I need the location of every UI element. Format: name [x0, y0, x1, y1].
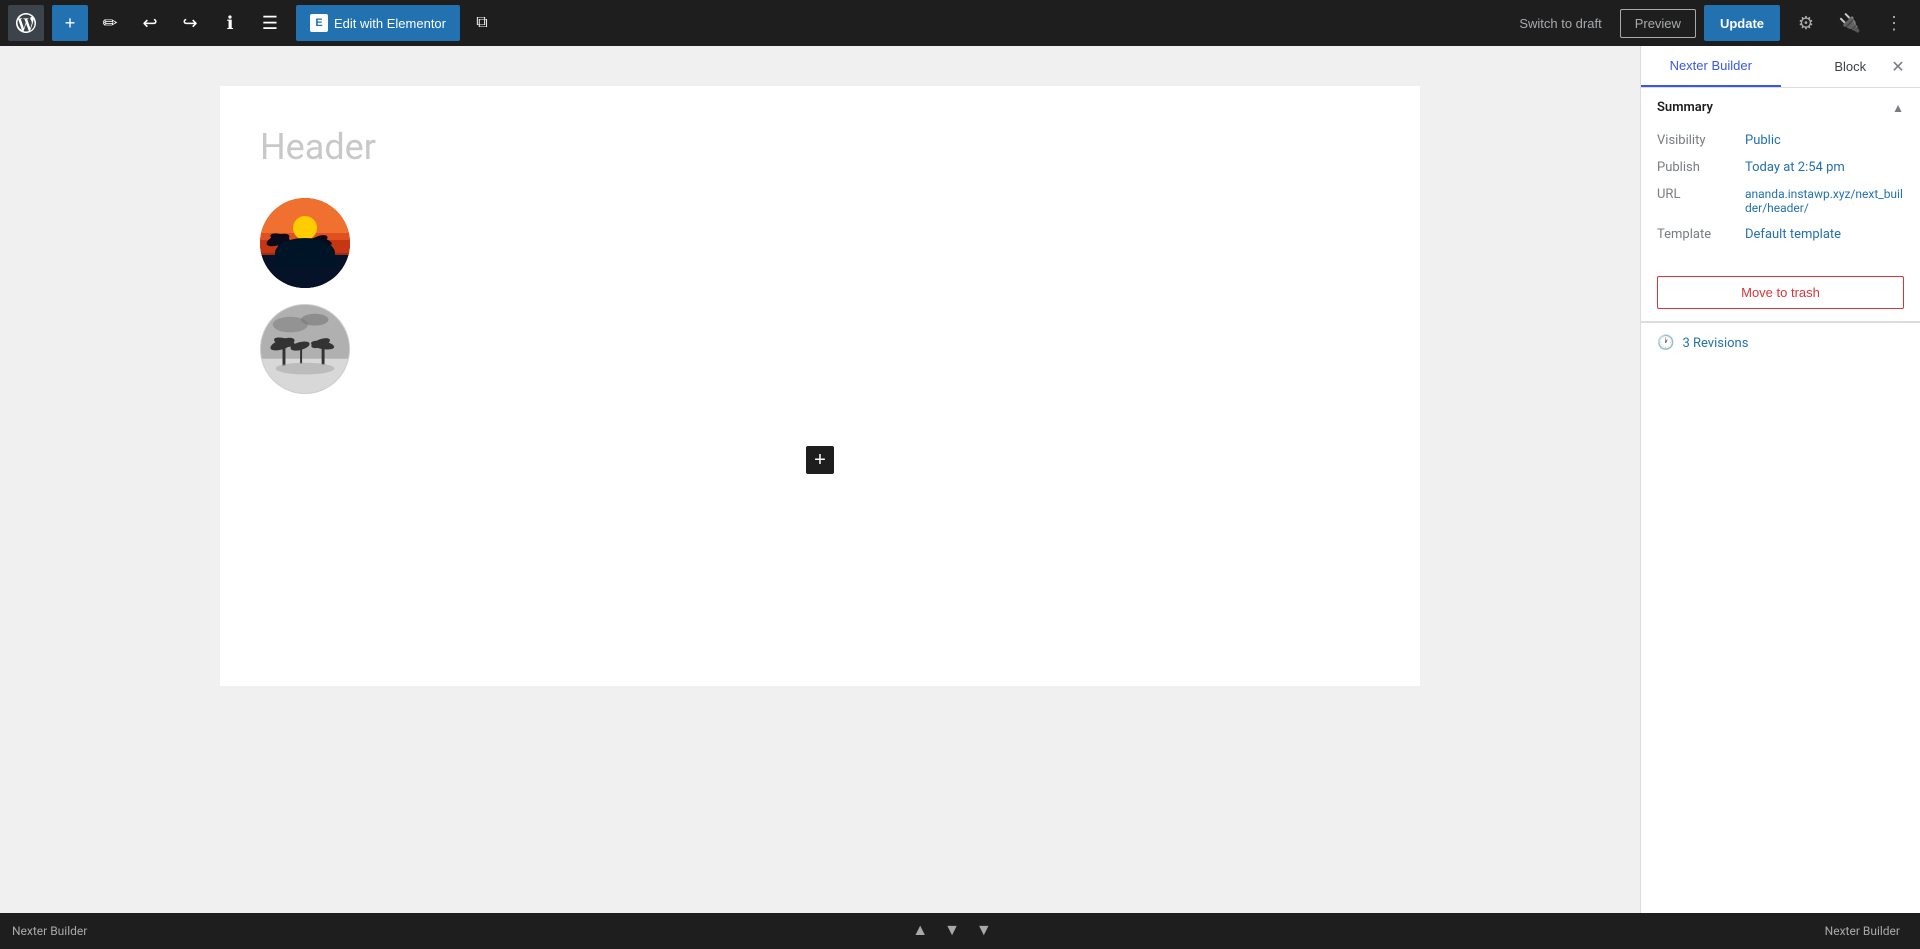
gear-icon: ⚙	[1798, 13, 1814, 34]
tab-nexter-builder[interactable]: Nexter Builder	[1641, 46, 1781, 87]
add-block-toolbar-button[interactable]: +	[52, 5, 88, 41]
edit-with-elementor-button[interactable]: E Edit with Elementor	[296, 5, 460, 41]
pencil-icon: ✏	[102, 13, 117, 34]
url-value[interactable]: ananda.instawp.xyz/next_builder/header/	[1745, 187, 1904, 215]
redo-button[interactable]: ↪	[172, 5, 208, 41]
top-toolbar: + ✏ ↩ ↪ ℹ ☰ E Edit with Elementor ⧉ Swit…	[0, 0, 1920, 46]
publish-label: Publish	[1657, 160, 1737, 175]
close-icon: ✕	[1891, 57, 1904, 77]
publish-value[interactable]: Today at 2:54 pm	[1745, 160, 1845, 175]
elementor-icon: E	[310, 14, 328, 32]
page-title: Header	[260, 126, 1380, 168]
tools-button[interactable]: ✏	[92, 5, 128, 41]
redo-icon: ↪	[182, 13, 197, 34]
add-new-block-button[interactable]: +	[806, 446, 834, 474]
bottom-navigation: ▲ ▼ ▼	[906, 918, 998, 944]
image-block-1[interactable]	[260, 198, 1380, 288]
wp-logo[interactable]	[8, 5, 44, 41]
update-button[interactable]: Update	[1704, 5, 1780, 41]
list-view-button[interactable]: ☰	[252, 5, 288, 41]
info-icon: ℹ	[227, 13, 234, 34]
sunset-circle-image[interactable]	[260, 198, 350, 288]
url-row: URL ananda.instawp.xyz/next_builder/head…	[1657, 181, 1904, 221]
bottom-bar: Nexter Builder ▲ ▼ ▼ Nexter Builder	[0, 913, 1920, 949]
bottom-nav-expand-button[interactable]: ▼	[970, 918, 998, 944]
copy-button[interactable]: ⧉	[464, 5, 500, 41]
more-options-button[interactable]: ⋮	[1876, 5, 1912, 41]
publish-row: Publish Today at 2:54 pm	[1657, 154, 1904, 181]
editor-content: Header	[220, 86, 1420, 686]
settings-button[interactable]: ⚙	[1788, 5, 1824, 41]
revisions-label: 3 Revisions	[1682, 336, 1748, 351]
visibility-value[interactable]: Public	[1745, 133, 1781, 148]
preview-button[interactable]: Preview	[1620, 9, 1696, 38]
template-value[interactable]: Default template	[1745, 227, 1841, 242]
visibility-label: Visibility	[1657, 133, 1737, 148]
panel-body: Summary ▲ Visibility Public Publish Toda…	[1641, 88, 1920, 913]
bottom-nexter-builder-label: Nexter Builder	[12, 924, 87, 938]
summary-section: Summary ▲ Visibility Public Publish Toda…	[1641, 88, 1920, 322]
bottom-nav-up-button[interactable]: ▲	[906, 918, 934, 944]
close-panel-button[interactable]: ✕	[1884, 53, 1912, 81]
bottom-nav-down-button[interactable]: ▼	[938, 918, 966, 944]
add-icon: +	[65, 13, 76, 34]
undo-icon: ↩	[142, 13, 157, 34]
editor-area: Header	[0, 46, 1640, 913]
bottom-breadcrumb: Nexter Builder	[1817, 920, 1908, 942]
switch-to-draft-button[interactable]: Switch to draft	[1509, 10, 1611, 37]
url-label: URL	[1657, 187, 1737, 202]
details-button[interactable]: ℹ	[212, 5, 248, 41]
main-area: Header	[0, 46, 1920, 913]
template-row: Template Default template	[1657, 221, 1904, 248]
more-icon: ⋮	[1885, 13, 1903, 34]
revisions-icon: 🕐	[1657, 335, 1674, 351]
visibility-row: Visibility Public	[1657, 127, 1904, 154]
image-block-2[interactable]	[260, 304, 1380, 394]
grayscale-circle-image[interactable]	[260, 304, 350, 394]
summary-chevron-icon: ▲	[1892, 101, 1904, 115]
undo-button[interactable]: ↩	[132, 5, 168, 41]
list-icon: ☰	[262, 13, 278, 34]
toolbar-right: Switch to draft Preview Update ⚙ 🔌 ⋮	[1509, 5, 1912, 41]
template-label: Template	[1657, 227, 1737, 242]
revisions-row[interactable]: 🕐 3 Revisions	[1641, 322, 1920, 363]
copy-icon: ⧉	[476, 14, 487, 32]
plugins-button[interactable]: 🔌	[1832, 5, 1868, 41]
move-to-trash-button[interactable]: Move to trash	[1657, 276, 1904, 309]
plus-icon: +	[814, 449, 826, 472]
right-panel: Nexter Builder Block ✕ Summary ▲ Visibil…	[1640, 46, 1920, 913]
panel-tabs: Nexter Builder Block ✕	[1641, 46, 1920, 88]
summary-header[interactable]: Summary ▲	[1641, 88, 1920, 127]
summary-title: Summary	[1657, 100, 1713, 115]
summary-rows: Visibility Public Publish Today at 2:54 …	[1641, 127, 1920, 264]
plugins-icon: 🔌	[1839, 13, 1861, 34]
